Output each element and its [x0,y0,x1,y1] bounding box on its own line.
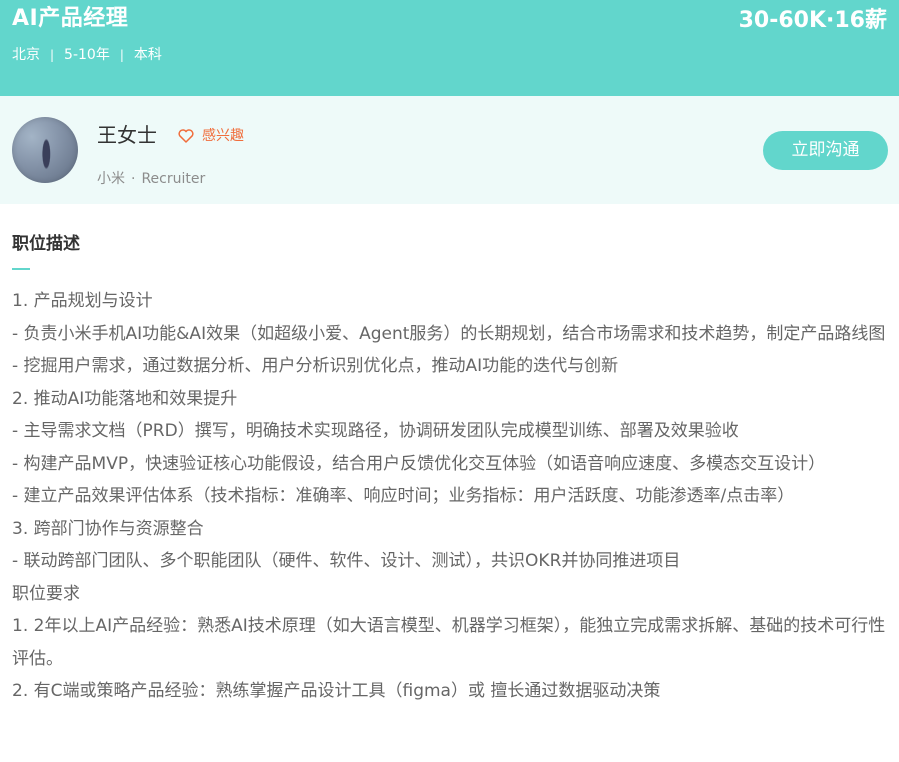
job-experience: 5-10年 [64,47,110,63]
meta-separator: | [50,48,55,62]
job-title: AI产品经理 [12,6,129,31]
description-line: - 构建产品MVP，快速验证核心功能假设，结合用户反馈优化交互体验（如语音响应速… [12,453,826,474]
separator-dot: · [131,171,136,187]
job-city: 北京 [12,47,40,63]
description-line: - 联动跨部门团队、多个职能团队（硬件、软件、设计、测试），共识OKR并协同推进… [12,551,681,571]
description-line: - 负责小米手机AI功能&AI效果（如超级小爱、Agent服务）的长期规划，结合… [12,323,886,344]
salary: 30-60K·16薪 [738,8,887,33]
job-header: AI产品经理 30-60K·16薪 北京 | 5-10年 | 本科 [0,0,899,96]
description-line: 3. 跨部门协作与资源整合 [12,518,204,539]
section-title-underline [12,268,30,270]
interest-button[interactable]: 感兴趣 [178,127,244,145]
description-line: 1. 产品规划与设计 [12,291,153,311]
description-line: - 挖掘用户需求，通过数据分析、用户分析识别优化点，推动AI功能的迭代与创新 [12,356,619,376]
description-line: 2. 推动AI功能落地和效果提升 [12,388,238,409]
job-detail-page: AI产品经理 30-60K·16薪 北京 | 5-10年 | 本科 王女士 感兴… [0,0,899,762]
section-title: 职位描述 [12,234,80,254]
avatar[interactable] [12,117,78,183]
job-meta: 北京 | 5-10年 | 本科 [12,45,162,65]
recruiter-card: 王女士 感兴趣 小米 · Recruiter 立即沟通 [0,96,899,204]
description-line: 职位要求 [12,583,80,604]
interest-label: 感兴趣 [202,128,244,144]
recruiter-name: 王女士 [97,123,157,147]
company-name: 小米 [97,171,125,187]
heart-outline-icon [178,129,194,143]
description-line: - 主导需求文档（PRD）撰写，明确技术实现路径，协调研发团队完成模型训练、部署… [12,421,739,441]
description-body: 1. 产品规划与设计 - 负责小米手机AI功能&AI效果（如超级小爱、Agent… [12,285,890,708]
recruiter-company: 小米 · Recruiter [97,170,205,188]
recruiter-role: Recruiter [141,171,206,187]
description-line: 1. 2年以上AI产品经验：熟悉AI技术原理（如大语言模型、机器学习框架），能独… [12,616,886,669]
meta-separator: | [119,48,124,62]
job-education: 本科 [133,47,162,63]
description-line: 2. 有C端或策略产品经验：熟练掌握产品设计工具（figma）或 擅长通过数据驱… [12,681,661,701]
description-line: - 建立产品效果评估体系（技术指标：准确率、响应时间；业务指标：用户活跃度、功能… [12,486,795,506]
chat-now-button[interactable]: 立即沟通 [763,131,888,170]
